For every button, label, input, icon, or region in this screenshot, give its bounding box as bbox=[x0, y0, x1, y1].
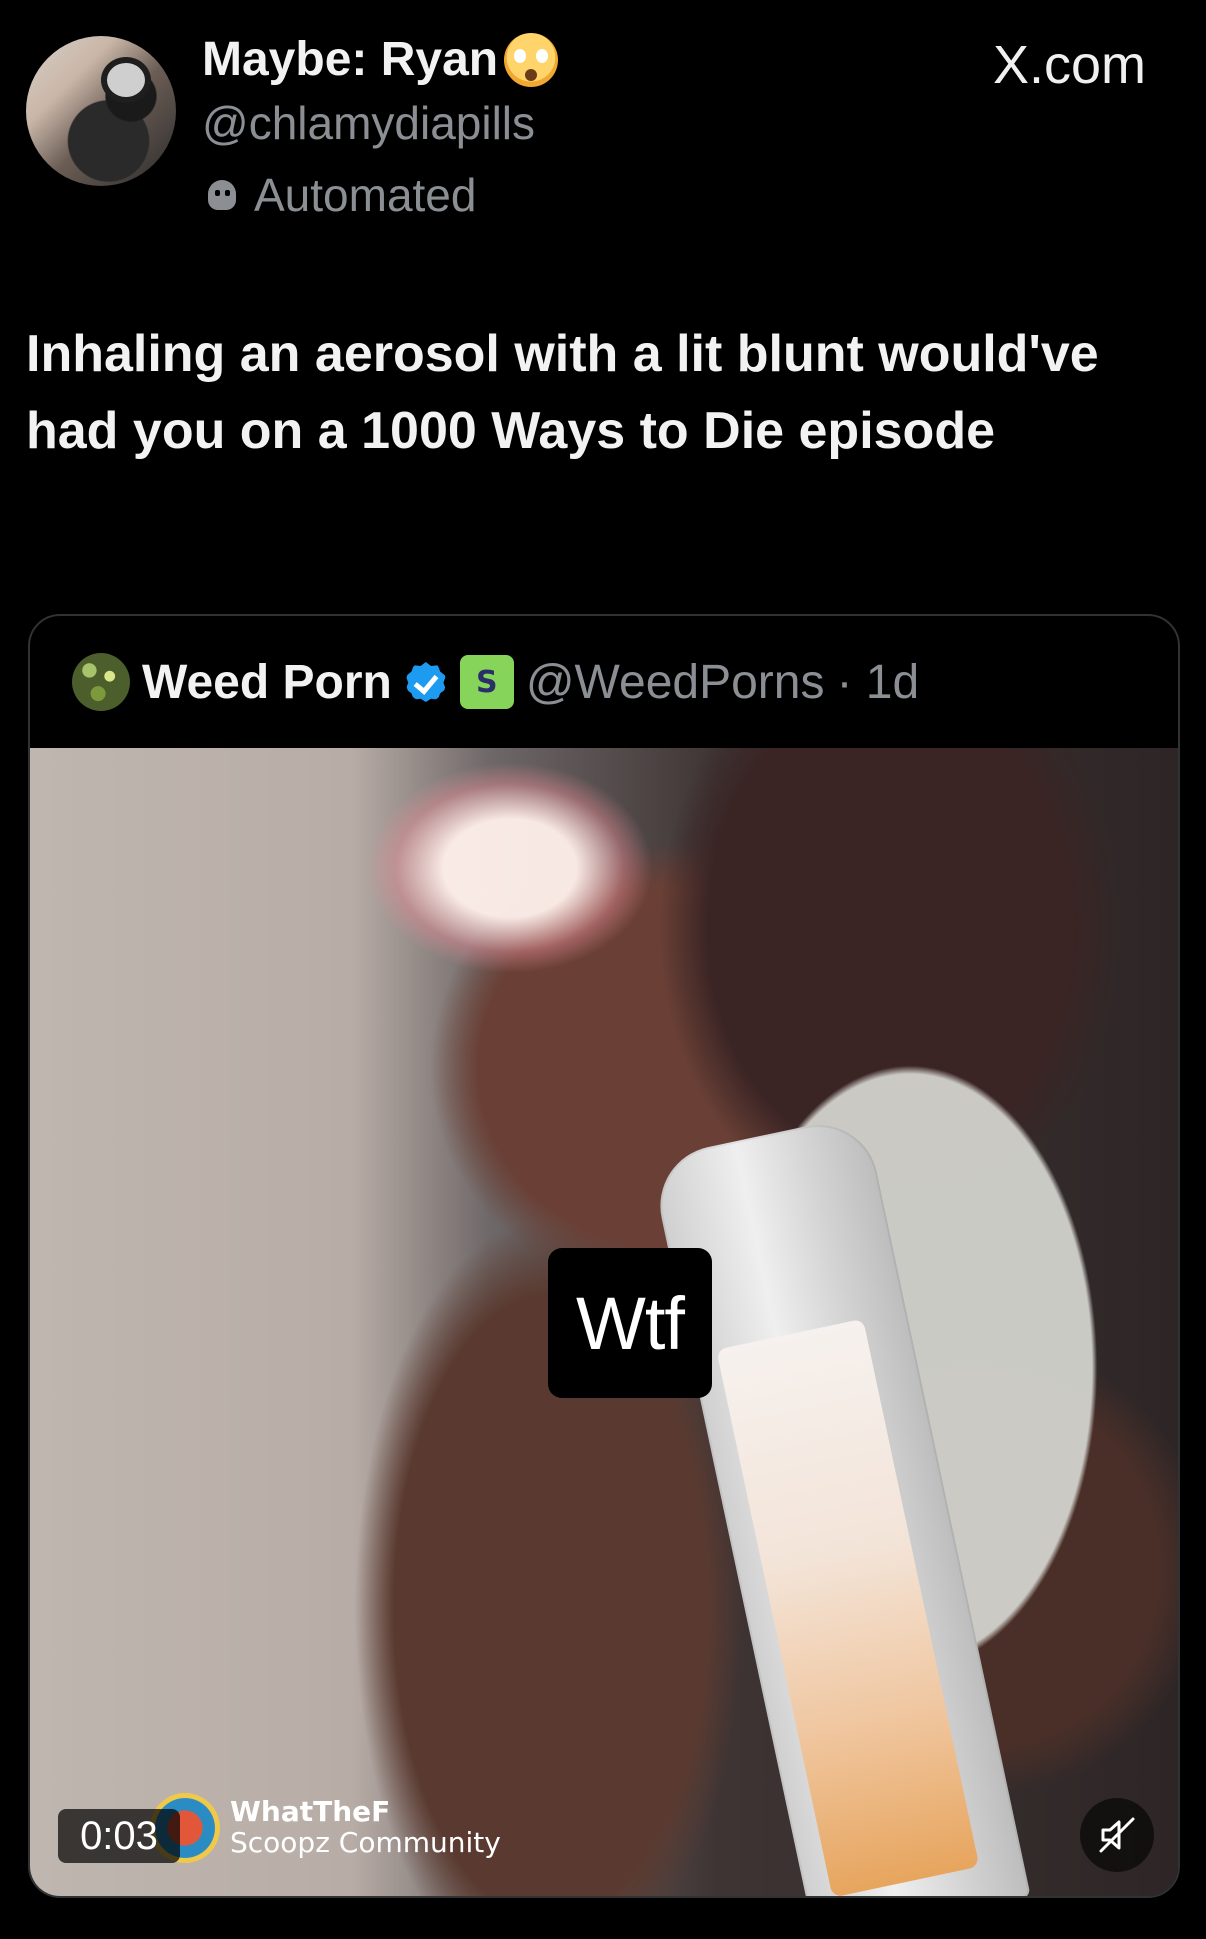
bot-icon bbox=[202, 176, 242, 214]
mute-toggle-button[interactable] bbox=[1080, 1798, 1154, 1872]
automated-text: Automated bbox=[254, 169, 477, 221]
display-name-text: Maybe: Ryan bbox=[202, 33, 499, 86]
quoted-time[interactable]: · 1d bbox=[836, 655, 919, 710]
automated-label: Automated bbox=[202, 168, 476, 222]
video-player[interactable]: Wtf WhatTheF Scoopz Community 0:03 bbox=[30, 748, 1178, 1896]
video-watermark: WhatTheF Scoopz Community bbox=[150, 1788, 501, 1868]
post-header: Maybe: Ryan @chlamydiapills Automated X.… bbox=[0, 0, 1206, 260]
watermark-title: WhatTheF bbox=[230, 1795, 391, 1829]
watermark-subtitle: Scoopz Community bbox=[230, 1826, 501, 1859]
video-sticker: Wtf bbox=[548, 1248, 712, 1398]
verified-badge-icon bbox=[404, 660, 448, 704]
quoted-display-name[interactable]: Weed Porn bbox=[142, 655, 392, 710]
site-label: X.com bbox=[992, 35, 1146, 95]
tweet-text: Inhaling an aerosol with a lit blunt wou… bbox=[26, 325, 1099, 460]
video-timestamp: 0:03 bbox=[58, 1809, 180, 1863]
quoted-avatar[interactable] bbox=[72, 653, 130, 711]
quoted-post-header: Weed Porn @WeedPorns · 1d bbox=[30, 616, 1178, 748]
user-handle[interactable]: @chlamydiapills bbox=[202, 96, 535, 150]
affiliate-badge-icon[interactable] bbox=[459, 655, 514, 709]
video-frame-bottle bbox=[649, 1113, 1031, 1896]
display-name[interactable]: Maybe: Ryan bbox=[202, 32, 559, 87]
quoted-post-card[interactable]: Weed Porn @WeedPorns · 1d Wtf WhatTheF S… bbox=[28, 614, 1180, 1898]
hand-over-mouth-emoji-icon bbox=[504, 32, 559, 87]
muted-speaker-icon bbox=[1099, 1817, 1135, 1853]
watermark-text: WhatTheF Scoopz Community bbox=[230, 1795, 501, 1859]
profile-avatar[interactable] bbox=[26, 36, 176, 186]
quoted-handle[interactable]: @WeedPorns bbox=[526, 655, 825, 710]
